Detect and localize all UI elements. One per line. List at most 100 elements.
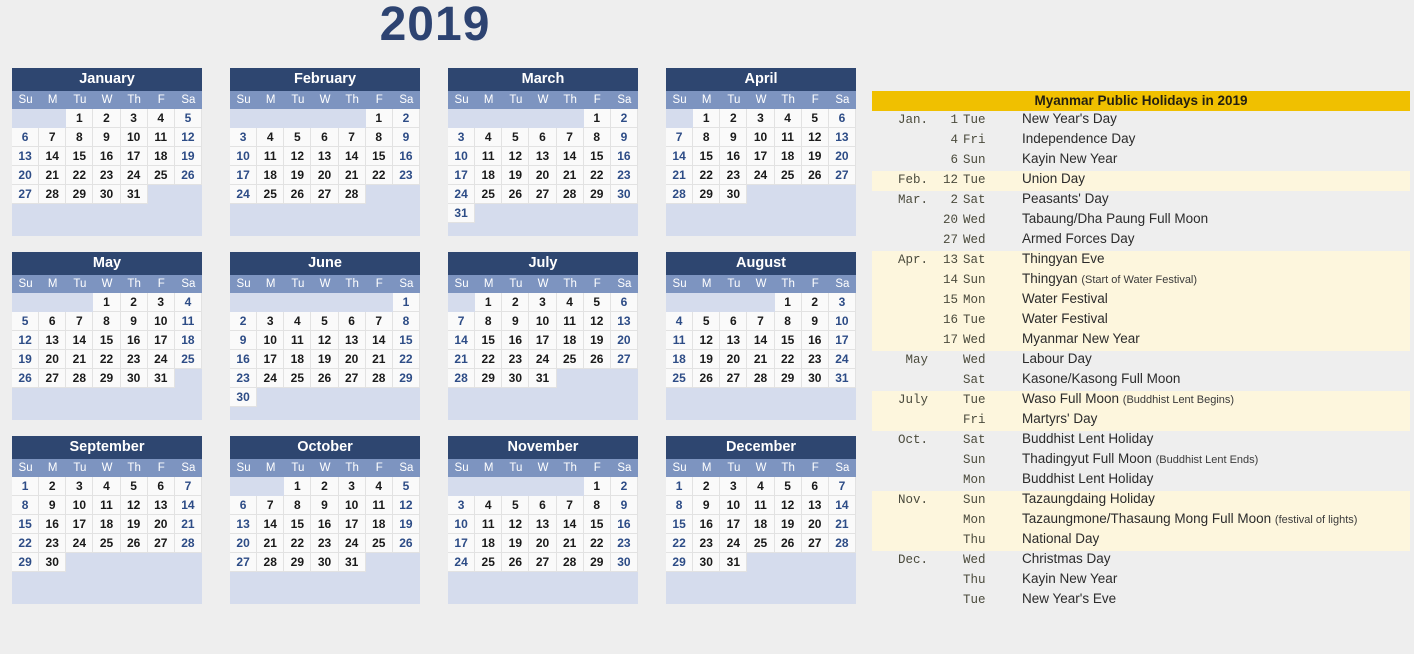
day-cell[interactable]: 24 <box>120 166 148 185</box>
day-cell[interactable]: 22 <box>12 534 40 553</box>
day-cell[interactable]: 17 <box>747 147 775 166</box>
day-cell[interactable]: 28 <box>365 369 393 388</box>
day-cell[interactable]: 24 <box>828 350 856 369</box>
day-cell[interactable]: 3 <box>257 312 285 331</box>
day-cell[interactable]: 7 <box>66 312 94 331</box>
day-cell[interactable]: 4 <box>666 312 694 331</box>
day-cell[interactable]: 15 <box>93 331 121 350</box>
day-cell[interactable]: 11 <box>257 147 285 166</box>
day-cell[interactable]: 2 <box>610 109 638 128</box>
day-cell[interactable]: 22 <box>774 350 802 369</box>
day-cell[interactable]: 28 <box>66 369 94 388</box>
day-cell[interactable]: 23 <box>720 166 748 185</box>
day-cell[interactable]: 13 <box>801 496 829 515</box>
day-cell[interactable]: 29 <box>475 369 503 388</box>
day-cell[interactable]: 23 <box>801 350 829 369</box>
day-cell[interactable]: 5 <box>801 109 829 128</box>
day-cell[interactable]: 13 <box>720 331 748 350</box>
day-cell[interactable]: 6 <box>12 128 40 147</box>
day-cell[interactable]: 13 <box>529 147 557 166</box>
day-cell[interactable]: 27 <box>338 369 366 388</box>
day-cell[interactable]: 26 <box>174 166 202 185</box>
day-cell[interactable]: 26 <box>801 166 829 185</box>
day-cell[interactable]: 8 <box>583 496 611 515</box>
day-cell[interactable]: 26 <box>120 534 148 553</box>
day-cell[interactable]: 13 <box>39 331 67 350</box>
day-cell[interactable]: 8 <box>475 312 503 331</box>
day-cell[interactable]: 24 <box>448 185 476 204</box>
day-cell[interactable]: 22 <box>392 350 420 369</box>
day-cell[interactable]: 16 <box>610 147 638 166</box>
day-cell[interactable]: 9 <box>39 496 67 515</box>
day-cell[interactable]: 31 <box>147 369 175 388</box>
day-cell[interactable]: 5 <box>693 312 721 331</box>
day-cell[interactable]: 25 <box>556 350 584 369</box>
day-cell[interactable]: 28 <box>448 369 476 388</box>
day-cell[interactable]: 21 <box>556 534 584 553</box>
day-cell[interactable]: 29 <box>583 553 611 572</box>
day-cell[interactable]: 26 <box>774 534 802 553</box>
day-cell[interactable]: 19 <box>774 515 802 534</box>
day-cell[interactable]: 19 <box>392 515 420 534</box>
day-cell[interactable]: 24 <box>147 350 175 369</box>
day-cell[interactable]: 3 <box>230 128 258 147</box>
day-cell[interactable]: 7 <box>338 128 366 147</box>
day-cell[interactable]: 14 <box>448 331 476 350</box>
day-cell[interactable]: 1 <box>475 293 503 312</box>
day-cell[interactable]: 14 <box>39 147 67 166</box>
day-cell[interactable]: 10 <box>147 312 175 331</box>
day-cell[interactable]: 10 <box>828 312 856 331</box>
day-cell[interactable]: 8 <box>93 312 121 331</box>
day-cell[interactable]: 10 <box>257 331 285 350</box>
day-cell[interactable]: 18 <box>93 515 121 534</box>
day-cell[interactable]: 9 <box>311 496 339 515</box>
day-cell[interactable]: 30 <box>93 185 121 204</box>
day-cell[interactable]: 8 <box>12 496 40 515</box>
day-cell[interactable]: 20 <box>147 515 175 534</box>
day-cell[interactable]: 30 <box>39 553 67 572</box>
day-cell[interactable]: 23 <box>693 534 721 553</box>
day-cell[interactable]: 17 <box>230 166 258 185</box>
day-cell[interactable]: 26 <box>502 185 530 204</box>
day-cell[interactable]: 6 <box>230 496 258 515</box>
day-cell[interactable]: 1 <box>284 477 312 496</box>
day-cell[interactable]: 9 <box>693 496 721 515</box>
day-cell[interactable]: 14 <box>556 515 584 534</box>
day-cell[interactable]: 16 <box>311 515 339 534</box>
day-cell[interactable]: 13 <box>529 515 557 534</box>
day-cell[interactable]: 25 <box>284 369 312 388</box>
day-cell[interactable]: 21 <box>66 350 94 369</box>
day-cell[interactable]: 15 <box>583 147 611 166</box>
day-cell[interactable]: 1 <box>583 109 611 128</box>
day-cell[interactable]: 31 <box>529 369 557 388</box>
day-cell[interactable]: 6 <box>39 312 67 331</box>
day-cell[interactable]: 13 <box>338 331 366 350</box>
day-cell[interactable]: 12 <box>502 147 530 166</box>
day-cell[interactable]: 20 <box>720 350 748 369</box>
day-cell[interactable]: 3 <box>720 477 748 496</box>
day-cell[interactable]: 17 <box>720 515 748 534</box>
day-cell[interactable]: 25 <box>257 185 285 204</box>
day-cell[interactable]: 25 <box>174 350 202 369</box>
day-cell[interactable]: 7 <box>828 477 856 496</box>
day-cell[interactable]: 23 <box>120 350 148 369</box>
day-cell[interactable]: 16 <box>93 147 121 166</box>
day-cell[interactable]: 6 <box>338 312 366 331</box>
day-cell[interactable]: 27 <box>311 185 339 204</box>
day-cell[interactable]: 25 <box>747 534 775 553</box>
day-cell[interactable]: 9 <box>120 312 148 331</box>
day-cell[interactable]: 3 <box>120 109 148 128</box>
day-cell[interactable]: 4 <box>365 477 393 496</box>
day-cell[interactable]: 26 <box>284 185 312 204</box>
day-cell[interactable]: 1 <box>12 477 40 496</box>
day-cell[interactable]: 12 <box>693 331 721 350</box>
day-cell[interactable]: 22 <box>66 166 94 185</box>
day-cell[interactable]: 25 <box>147 166 175 185</box>
day-cell[interactable]: 14 <box>66 331 94 350</box>
day-cell[interactable]: 2 <box>230 312 258 331</box>
day-cell[interactable]: 10 <box>720 496 748 515</box>
day-cell[interactable]: 25 <box>93 534 121 553</box>
day-cell[interactable]: 5 <box>392 477 420 496</box>
day-cell[interactable]: 29 <box>666 553 694 572</box>
day-cell[interactable]: 17 <box>529 331 557 350</box>
